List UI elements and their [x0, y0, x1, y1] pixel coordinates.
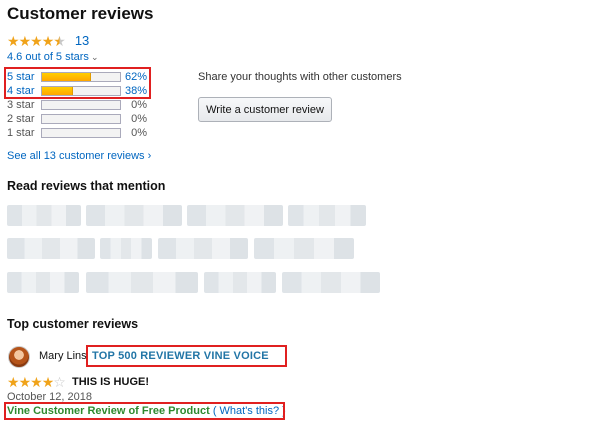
- histogram-label: 1 star: [7, 127, 35, 139]
- half-star-icon: ★: [53, 32, 66, 49]
- histogram-row-1-star: 1 star 0%: [7, 126, 147, 140]
- highlight-box-histogram: [4, 67, 151, 99]
- see-all-reviews-link[interactable]: See all 13 customer reviews ›: [7, 150, 151, 162]
- average-rating-link[interactable]: 4.6 out of 5 stars ⌄: [7, 51, 98, 63]
- avatar[interactable]: [8, 346, 30, 368]
- mention-chip[interactable]: [7, 272, 79, 293]
- histogram-percent: 0%: [131, 127, 147, 139]
- mention-chip[interactable]: [86, 205, 182, 226]
- reviewer-name[interactable]: Mary Lins: [39, 350, 87, 362]
- chevron-down-icon: ⌄: [90, 52, 99, 62]
- star-icon: ★: [41, 32, 55, 49]
- mention-chip[interactable]: [282, 272, 380, 293]
- mention-chip[interactable]: [7, 238, 95, 259]
- histogram-row-3-star: 3 star 0%: [7, 98, 147, 112]
- histogram-percent: 0%: [131, 113, 147, 125]
- review-title[interactable]: THIS IS HUGE!: [72, 376, 149, 388]
- share-prompt: Share your thoughts with other customers: [198, 71, 402, 83]
- star-icon: ★: [7, 374, 20, 390]
- star-icon: ★: [30, 32, 43, 49]
- star-icon: ★: [18, 374, 32, 390]
- star-icon: ★: [30, 374, 43, 390]
- mention-chip[interactable]: [100, 238, 152, 259]
- star-icon: ★: [7, 32, 20, 49]
- star-icon: ★: [41, 374, 55, 390]
- average-rating-text: 4.6 out of 5 stars: [7, 51, 89, 63]
- histogram-bar: [41, 100, 121, 110]
- histogram-label: 3 star: [7, 99, 35, 111]
- ratings-count-link[interactable]: 13: [75, 33, 89, 48]
- histogram-bar: [41, 114, 121, 124]
- overall-rating-stars[interactable]: ★ ★ ★ ★ ★ 13: [7, 33, 89, 48]
- mention-chip[interactable]: [86, 272, 198, 293]
- mention-chip[interactable]: [7, 205, 81, 226]
- write-review-button[interactable]: Write a customer review: [198, 97, 332, 122]
- mention-chip[interactable]: [158, 238, 248, 259]
- histogram-label: 2 star: [7, 113, 35, 125]
- mentions-heading: Read reviews that mention: [7, 179, 166, 193]
- page-title: Customer reviews: [7, 4, 154, 23]
- highlight-box-vine: [4, 402, 285, 420]
- histogram-bar: [41, 128, 121, 138]
- mention-chip[interactable]: [254, 238, 354, 259]
- empty-star-icon: ☆: [53, 374, 66, 390]
- mention-chip[interactable]: [288, 205, 366, 226]
- highlight-box-badge: [86, 345, 287, 367]
- review-rating-stars[interactable]: ★ ★ ★ ★ ☆: [7, 374, 66, 390]
- mention-chip[interactable]: [187, 205, 283, 226]
- top-reviews-heading: Top customer reviews: [7, 317, 139, 331]
- histogram-row-2-star: 2 star 0%: [7, 112, 147, 126]
- star-icon: ★: [18, 32, 32, 49]
- mention-chip[interactable]: [204, 272, 276, 293]
- histogram-percent: 0%: [131, 99, 147, 111]
